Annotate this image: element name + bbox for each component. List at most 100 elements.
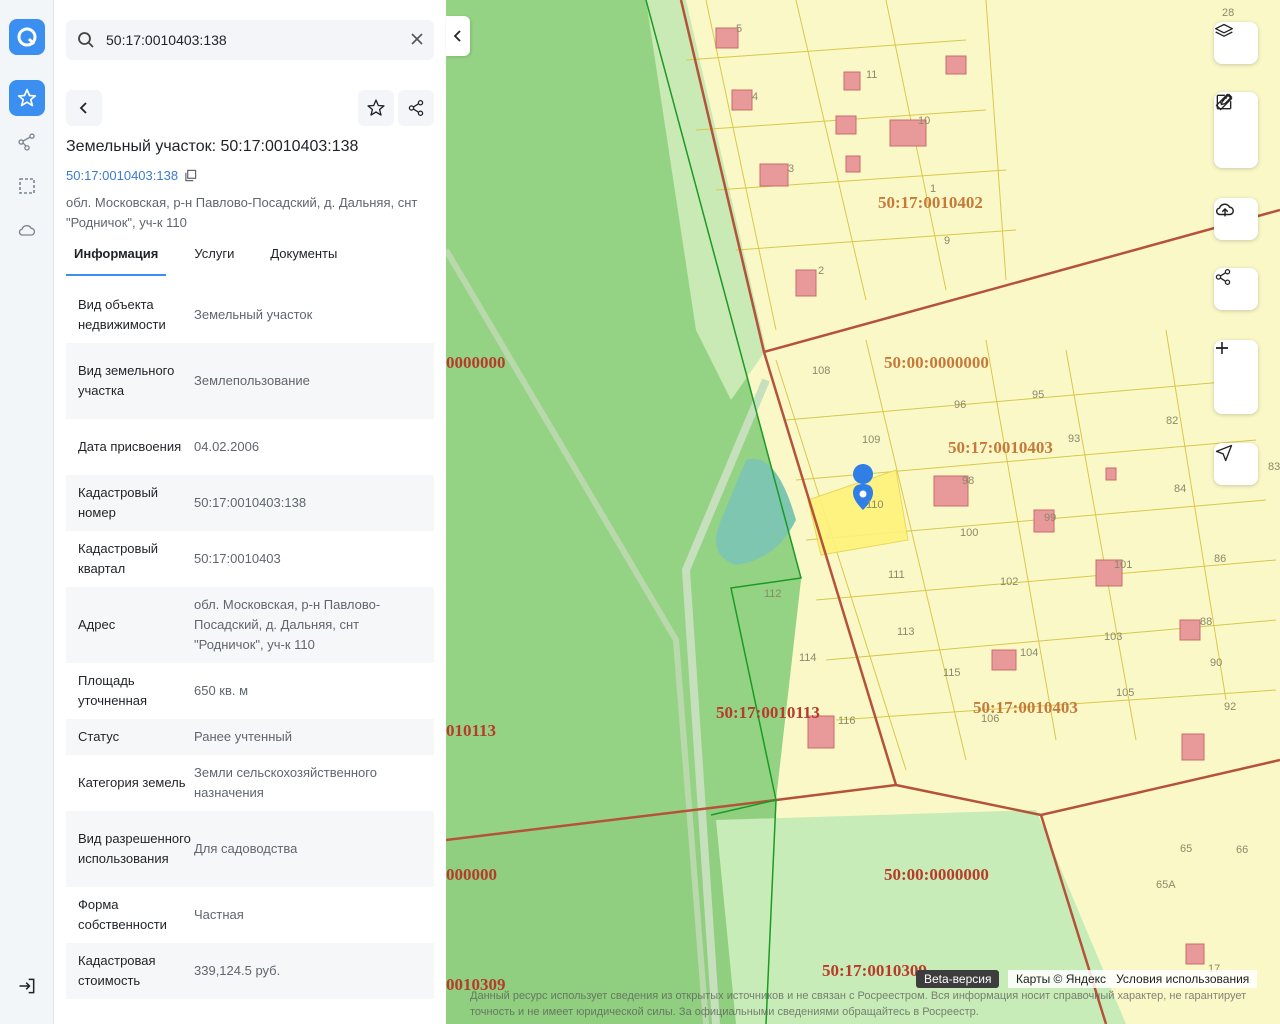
layers-control[interactable] [1214,22,1258,64]
map-canvas[interactable]: 50:17:0010402 50:00:0000000 50:17:001040… [446,0,1280,1024]
plot-number: 65А [1156,879,1176,891]
tools-control [1214,92,1258,168]
row-key: Статус [78,729,120,744]
plot-number: 115 [943,667,961,679]
info-row: Форма собственности Частная [66,887,434,943]
plot-number: 1 [930,183,936,195]
clear-search-icon[interactable] [410,32,424,51]
share-button[interactable] [398,90,434,126]
layers-icon[interactable] [1214,22,1258,64]
plot-number: 65 [1180,843,1192,855]
row-value: Для садоводства [194,841,298,856]
upload-control[interactable] [1214,198,1258,240]
tabs: Информация Услуги Документы [66,242,365,276]
quarter-label: 010113 [446,721,496,740]
row-key: Категория земель [78,775,186,790]
info-row: Вид земельного участка Землепользование [66,343,434,419]
plot-number: 114 [799,652,817,664]
share-map-control[interactable] [1214,268,1258,310]
row-key: Адрес [78,617,116,632]
plot-number: 100 [960,527,978,539]
logout-icon[interactable] [9,968,45,1004]
plot-number: 88 [1200,616,1212,628]
plot-number: 95 [1032,389,1044,401]
cloud-upload-icon[interactable] [1214,198,1258,240]
search-icon [66,31,106,49]
disclaimer-text: Данный ресурс использует сведения из отк… [470,990,1247,1018]
share-icon [408,100,424,116]
tab-services[interactable]: Услуги [186,242,242,276]
plot-number: 82 [1166,415,1178,427]
info-row: Категория земель Земли сельскохозяйственн… [66,755,434,811]
plot-number: 112 [764,588,782,600]
edit-icon[interactable] [1214,93,1258,164]
attribution-text[interactable]: Карты © Яндекс [1016,972,1106,986]
cadastral-number-link[interactable]: 50:17:0010403:138 [66,168,197,183]
object-address: обл. Московская, р-н Павлово-Посадский, … [66,195,418,230]
share-icon[interactable] [1214,268,1258,310]
route-icon[interactable] [9,124,45,160]
quarter-label: 50:17:0010402 [878,193,983,212]
copy-icon[interactable] [184,169,197,182]
cloud-icon[interactable] [9,212,45,248]
info-table: Вид объекта недвижимости Земельный участо… [66,287,434,999]
plot-number: 66 [1236,844,1248,856]
star-icon [367,99,385,116]
info-row: Вид разрешенного использования Для садово… [66,811,434,887]
tab-information[interactable]: Информация [66,242,167,276]
plot-number: 116 [838,715,856,727]
info-row: Кадастровый номер 50:17:0010403:138 [66,475,434,531]
favorites-icon[interactable] [9,80,45,116]
plot-number: 83 [1268,461,1280,473]
plot-number: 105 [1116,687,1134,699]
plot-number: 111 [888,569,905,581]
search-input[interactable] [106,32,396,48]
cadastral-number-text[interactable]: 50:17:0010403:138 [66,168,178,183]
map-view[interactable]: 50:17:0010402 50:00:0000000 50:17:001040… [446,0,1280,1024]
row-key: Вид земельного участка [78,363,175,398]
quarter-label: 50:00:0000000 [884,353,989,372]
row-key: Дата присвоения [78,439,182,454]
row-value: 50:17:0010403 [194,551,281,566]
info-row: Адрес обл. Московская, р-н Павлово-Посадс… [66,587,434,663]
quarter-label: 50:00:0000000 [884,865,989,884]
row-key: Кадастровая стоимость [78,953,156,988]
row-key: Вид объекта недвижимости [78,297,166,332]
plot-number: 99 [1044,512,1056,524]
plot-number: 2 [818,265,824,277]
info-row: Вид объекта недвижимости Земельный участо… [66,287,434,343]
quarter-label: 000000 [446,865,497,884]
zoom-out-icon[interactable] [1214,347,1258,412]
plot-number: 108 [812,365,830,377]
terms-link[interactable]: Условия использования [1116,972,1249,986]
tab-documents[interactable]: Документы [262,242,345,276]
plot-number: 84 [1174,483,1186,495]
plot-number: 98 [962,475,974,487]
plot-number: 90 [1210,657,1222,669]
plot-number: 101 [1114,559,1132,571]
row-key: Вид разрешенного использования [78,831,191,866]
row-value: Земельный участок [194,307,313,322]
back-button[interactable] [66,90,102,126]
app-logo-icon[interactable] [9,19,45,55]
chevron-left-icon [453,30,461,42]
quarter-label: 0000000 [446,353,506,372]
navigation-arrow-icon[interactable] [1214,443,1258,485]
plot-number: 3 [788,163,794,175]
search-box [66,20,434,60]
plot-number: 10 [918,115,930,127]
plot-number: 109 [862,434,880,446]
row-value: Частная [194,907,244,922]
plot-number: 110 [866,499,884,511]
collapse-panel-button[interactable] [446,16,470,56]
map-attribution: Карты © Яндекс Условия использования [1008,970,1258,988]
geolocation-control[interactable] [1214,443,1258,485]
row-key: Площадь уточненная [78,673,148,708]
favorite-button[interactable] [358,90,394,126]
row-value: 339,124.5 руб. [194,963,281,978]
select-area-icon[interactable] [9,168,45,204]
plot-number: 96 [954,399,966,411]
row-value: Землепользование [194,373,310,388]
row-value: обл. Московская, р-н Павлово-Посадский, … [194,597,381,652]
row-key: Кадастровый номер [78,485,159,520]
